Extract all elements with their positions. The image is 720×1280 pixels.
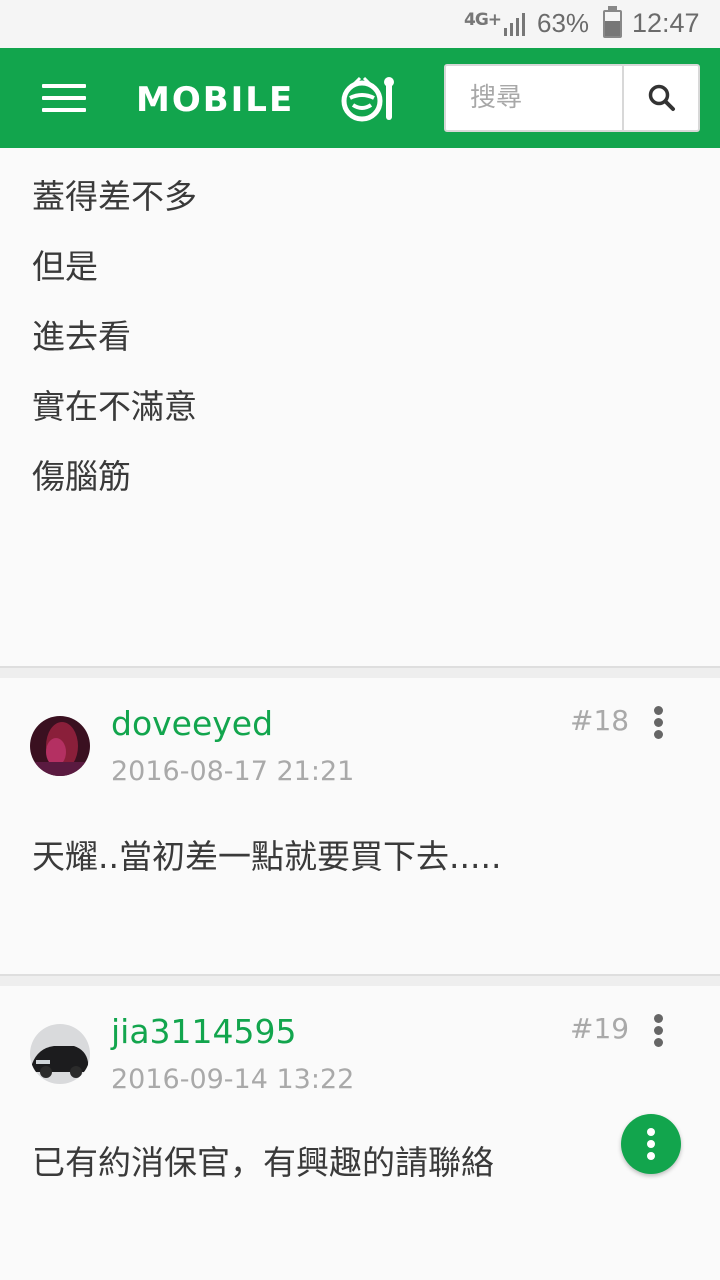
floating-menu-button[interactable] bbox=[621, 1114, 681, 1174]
search-button[interactable] bbox=[622, 66, 698, 130]
reply-post: jia3114595 2016-09-14 13:22 #19 已有約消保官，有… bbox=[0, 986, 720, 1280]
previous-post-body: 蓋得差不多 但是 進去看 實在不滿意 傷腦筋 bbox=[0, 148, 720, 668]
search-box bbox=[444, 64, 700, 132]
network-indicator: 4G+ bbox=[464, 10, 502, 30]
hamburger-icon bbox=[42, 84, 86, 88]
mobile01-logo[interactable]: MOBILE bbox=[136, 72, 398, 126]
post-body: 天耀..當初差一點就要買下去..... bbox=[32, 837, 502, 876]
avatar[interactable] bbox=[30, 716, 90, 776]
post-body: 已有約消保官，有興趣的請聯絡 bbox=[32, 1143, 494, 1182]
username-link[interactable]: doveeyed bbox=[111, 704, 273, 743]
clock: 12:47 bbox=[632, 8, 700, 38]
post-timestamp: 2016-08-17 21:21 bbox=[111, 756, 355, 787]
search-icon bbox=[648, 84, 675, 111]
search-input[interactable] bbox=[446, 66, 622, 130]
battery-icon bbox=[603, 6, 622, 38]
hamburger-icon-bar bbox=[42, 108, 86, 112]
post-number[interactable]: #18 bbox=[570, 704, 629, 737]
username-link[interactable]: jia3114595 bbox=[111, 1012, 297, 1051]
user-avatar-image bbox=[30, 1024, 90, 1084]
status-bar: 4G+ 63% 12:47 bbox=[0, 0, 720, 48]
more-options-button[interactable] bbox=[646, 1012, 670, 1048]
post-divider bbox=[0, 666, 720, 678]
post-divider bbox=[0, 974, 720, 986]
post-text-line: 進去看 bbox=[32, 317, 131, 356]
post-text-line: 蓋得差不多 bbox=[32, 177, 197, 216]
more-options-button[interactable] bbox=[646, 704, 670, 740]
avatar[interactable] bbox=[30, 1024, 90, 1084]
logo-robot-icon bbox=[341, 76, 394, 122]
logo-text: MOBILE bbox=[136, 80, 295, 120]
post-text-line: 傷腦筋 bbox=[32, 457, 131, 496]
reply-post: doveeyed 2016-08-17 21:21 #18 天耀..當初差一點就… bbox=[0, 678, 720, 974]
post-text-line: 但是 bbox=[32, 247, 98, 286]
hamburger-icon-bar bbox=[42, 96, 86, 100]
app-header: MOBILE bbox=[0, 48, 720, 148]
post-timestamp: 2016-09-14 13:22 bbox=[111, 1064, 355, 1095]
post-text-line: 實在不滿意 bbox=[32, 387, 197, 426]
post-number[interactable]: #19 bbox=[570, 1012, 629, 1045]
battery-fill bbox=[605, 20, 620, 36]
user-avatar-image bbox=[30, 716, 90, 776]
battery-percentage: 63% bbox=[537, 8, 590, 38]
signal-icon bbox=[504, 13, 525, 36]
menu-button[interactable] bbox=[30, 74, 90, 122]
